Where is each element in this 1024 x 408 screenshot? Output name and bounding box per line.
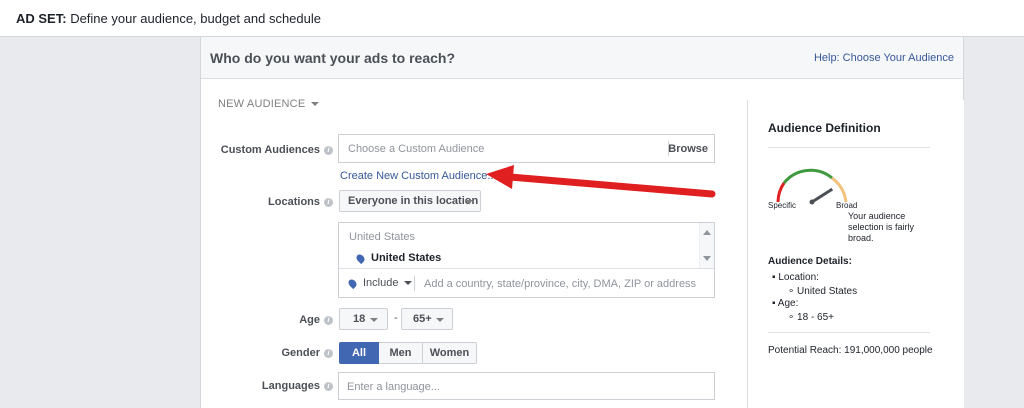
ad-set-heading: AD SET: Define your audience, budget and…	[16, 11, 321, 26]
location-pin-icon	[354, 252, 367, 264]
age-min-dropdown[interactable]: 18	[339, 308, 388, 330]
new-audience-dropdown[interactable]: NEW AUDIENCE	[218, 98, 320, 110]
create-custom-audience-link[interactable]: Create New Custom Audience...	[340, 170, 497, 182]
info-icon[interactable]: i	[324, 145, 333, 155]
detail-location-value: ∘ United States	[788, 286, 858, 297]
gauge-text-line: broad.	[848, 233, 874, 243]
custom-audiences-label-text: Custom Audiences	[220, 144, 320, 156]
gender-label-text: Gender	[281, 347, 320, 359]
age-separator: -	[394, 312, 398, 324]
language-input[interactable]: Enter a language...	[338, 372, 715, 400]
audience-gauge	[776, 168, 848, 205]
location-include-row: Include Add a country, state/province, c…	[339, 270, 714, 297]
age-label: Age i	[201, 314, 333, 326]
gauge-text-line: Your audience	[848, 211, 906, 221]
gauge-text-line: selection is fairly	[848, 222, 915, 232]
age-label-text: Age	[299, 314, 320, 326]
locations-label-text: Locations	[268, 196, 320, 208]
potential-reach: Potential Reach: 191,000,000 people	[768, 345, 933, 356]
selected-location[interactable]: United States	[354, 252, 442, 264]
locations-box: United States United States Include Add …	[338, 222, 715, 298]
detail-age-label: ▪ Age:	[772, 298, 799, 309]
detail-location-value-text: United States	[797, 286, 858, 297]
top-bar: AD SET: Define your audience, budget and…	[0, 0, 1024, 37]
language-placeholder: Enter a language...	[347, 381, 440, 393]
gauge-specific-label: Specific	[768, 201, 797, 210]
custom-audience-input[interactable]: Choose a Custom Audience Browse	[338, 134, 715, 163]
chevron-down-icon	[404, 281, 413, 286]
gauge-broad-label: Broad	[836, 201, 858, 210]
info-icon[interactable]: i	[324, 315, 333, 325]
panel-header: Who do you want your ads to reach? Help:…	[201, 37, 963, 79]
locations-list-header: United States	[349, 231, 416, 243]
audience-details-title: Audience Details:	[768, 256, 852, 267]
divider	[768, 332, 930, 333]
location-type-dropdown[interactable]: Everyone in this location	[339, 190, 481, 212]
divider	[414, 276, 415, 291]
chevron-down-icon	[311, 102, 320, 107]
location-search-placeholder[interactable]: Add a country, state/province, city, DMA…	[424, 278, 696, 290]
info-icon[interactable]: i	[324, 381, 333, 391]
info-icon[interactable]: i	[324, 197, 333, 207]
red-arrow-annotation	[486, 165, 716, 198]
detail-location-label-text: Location:	[778, 272, 819, 283]
sidebar-title: Audience Definition	[768, 121, 881, 135]
custom-audience-placeholder: Choose a Custom Audience	[348, 143, 485, 155]
locations-label: Locations i	[201, 196, 333, 208]
ad-set-description: Define your audience, budget and schedul…	[70, 11, 321, 26]
custom-audiences-label: Custom Audiences i	[201, 144, 333, 156]
include-dropdown[interactable]: Include	[346, 277, 413, 289]
selected-location-label: United States	[371, 252, 442, 264]
gender-men-button[interactable]: Men	[379, 342, 423, 364]
new-audience-label: NEW AUDIENCE	[218, 98, 306, 110]
scroll-down-icon[interactable]	[703, 256, 711, 261]
detail-age-value-text: 18 - 65+	[797, 312, 835, 323]
audience-definition-sidebar: Audience Definition Specific Broad Your …	[747, 100, 964, 408]
include-label: Include	[363, 277, 399, 289]
location-pin-icon	[346, 277, 359, 289]
divider	[768, 147, 930, 148]
gauge-needle	[811, 187, 834, 204]
detail-age-label-text: Age:	[777, 298, 799, 309]
detail-age-value: ∘ 18 - 65+	[788, 312, 835, 323]
ad-set-prefix: AD SET:	[16, 11, 67, 26]
panel-title: Who do you want your ads to reach?	[210, 50, 456, 66]
age-max-value: 65+	[413, 313, 432, 325]
location-type-value: Everyone in this location	[348, 195, 479, 207]
chevron-down-icon	[370, 318, 378, 322]
locations-list: United States United States	[339, 223, 714, 269]
help-link[interactable]: Help: Choose Your Audience	[814, 52, 954, 64]
gender-all-button[interactable]: All	[339, 342, 379, 364]
gender-label: Gender i	[201, 347, 333, 359]
chevron-down-icon	[465, 200, 473, 204]
age-max-dropdown[interactable]: 65+	[401, 308, 453, 330]
languages-label: Languages i	[201, 380, 333, 392]
gauge-description: Your audience selection is fairly broad.	[848, 211, 914, 244]
languages-label-text: Languages	[261, 380, 320, 392]
list-scrollbar[interactable]	[699, 223, 714, 268]
detail-location-label: ▪ Location:	[772, 272, 819, 283]
chevron-down-icon	[436, 318, 444, 322]
info-icon[interactable]: i	[324, 348, 333, 358]
scroll-up-icon[interactable]	[703, 230, 711, 235]
browse-button[interactable]: Browse	[668, 143, 708, 155]
gender-women-button[interactable]: Women	[423, 342, 477, 364]
age-min-value: 18	[353, 313, 366, 325]
